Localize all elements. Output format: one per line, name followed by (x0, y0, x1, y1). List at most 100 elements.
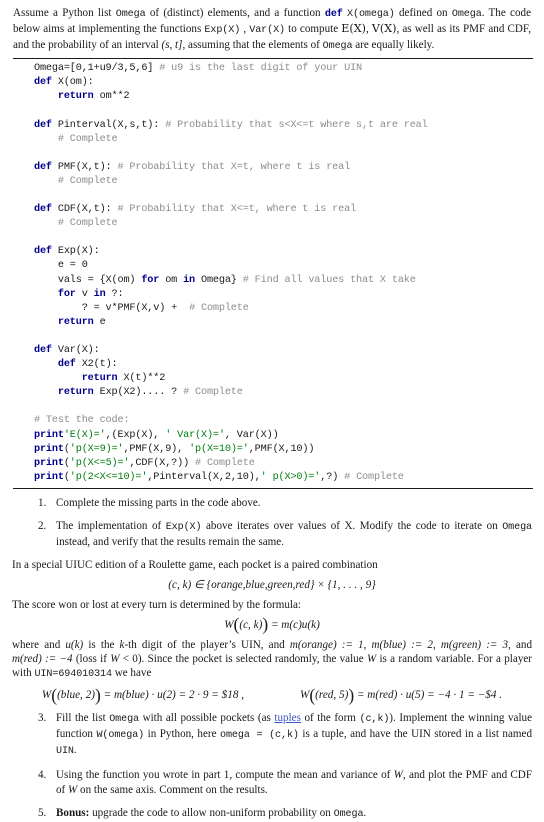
list-item-3: Fill the list Omega with all possible po… (12, 711, 532, 759)
code-token: def (34, 246, 52, 258)
exp-identifier: Exp(X) (165, 522, 202, 533)
item-2-after: instead, and verify that the results rem… (56, 536, 284, 549)
w-rhs: = m(c)u(k) (270, 619, 320, 632)
code-token: ' Var(X)=' (165, 429, 225, 441)
equation-w-examples: W((blue, 2)) = m(blue) · u(2) = 2 · 9 = … (12, 684, 532, 705)
code-token: 'E(X)=' (63, 429, 106, 441)
code-token: 'p(X<=5)=' (69, 457, 130, 469)
code-token: # Complete (189, 302, 249, 314)
list-item-1: Complete the missing parts in the code a… (12, 496, 532, 510)
w-symbol: W (366, 653, 377, 666)
item-1-text: Complete the missing parts in the code a… (56, 496, 261, 509)
var-identifier: Var(X) (249, 25, 285, 37)
code-token: # Complete (57, 175, 118, 187)
code-token: ,CDF(X,?)) (129, 457, 196, 469)
blue-rhs: = m(blue) · u(2) = 2 · 9 = $18 , (103, 689, 245, 702)
code-bottom-rule (13, 487, 533, 489)
code-token: ,PMF(X,9), (123, 443, 190, 455)
roulette-intro: In a special UIUC edition of a Roulette … (12, 559, 378, 572)
loss-note-2: < 0). Since the pocket is selected rando… (119, 653, 367, 666)
def-keyword: def (324, 9, 343, 20)
m-blue-value: m(blue) := 2 (371, 639, 433, 652)
omega-identifier: Omega (322, 41, 353, 53)
code-token: 'p(X=9)=' (69, 443, 124, 455)
code-token: return (57, 387, 94, 399)
w-symbol: W (224, 619, 234, 632)
where-p1: where and (12, 639, 66, 652)
list-item-4: Using the function you wrote in part 1, … (12, 768, 532, 796)
equation-blue-example: W((blue, 2)) = m(blue) · u(2) = 2 · 9 = … (41, 684, 245, 705)
where-p2: is the (83, 639, 120, 652)
expectation-symbol: E(X) (341, 22, 366, 36)
bonus-label: Bonus: (56, 806, 90, 819)
code-token: return (57, 91, 94, 103)
item-3-p2: with all possible pockets (as (139, 712, 275, 725)
red-rhs: = m(red) · u(5) = −4 · 1 = −$4 . (356, 689, 503, 702)
python-code: Omega=[0,1+u9/3,5,6] # u9 is the last di… (12, 62, 532, 485)
task-list-part-b: Fill the list Omega with all possible po… (12, 711, 532, 821)
w-omega-identifier: W(omega) (96, 730, 145, 742)
code-token: PMF(X,t): (51, 161, 118, 173)
where-paragraph: where and u(k) is the k-th digit of the … (12, 639, 532, 681)
uin-value: UIN=694010314 (34, 669, 113, 681)
code-token: X(om): (51, 77, 94, 89)
code-token: vals = {X(om) (34, 274, 142, 286)
equation-pocket-set: (c, k) ∈ {orange,blue,green,red} × {1, .… (12, 578, 532, 592)
loss-note-1: (loss if (72, 653, 111, 666)
code-token: 'p(2<X<=10)=' (69, 471, 148, 483)
code-token: X2(t): (75, 359, 118, 371)
w-argument: (c, k) (239, 619, 263, 632)
list-item-5: Bonus: upgrade the code to allow non-uni… (12, 806, 532, 822)
code-token: # Complete (57, 218, 118, 230)
code-token: # Test the code: (34, 415, 130, 427)
list-item-2: The implementation of Exp(X) above itera… (12, 519, 532, 549)
code-token: v (75, 288, 94, 300)
code-token: X(t)**2 (117, 373, 166, 385)
task-list-part-a: Complete the missing parts in the code a… (12, 496, 532, 549)
code-block: Omega=[0,1+u9/3,5,6] # u9 is the last di… (12, 58, 533, 489)
loss-note-4: we have (111, 667, 152, 680)
omega-identifier: Omega (115, 9, 146, 20)
code-token: ,PMF(X,10)) (248, 443, 315, 455)
code-token: ,?) (320, 471, 345, 483)
code-token: # Find all values that X take (242, 274, 416, 286)
code-token: # Probability that X=t, where t is real (117, 161, 351, 173)
item-4-p3: on the same axis. Comment on the results… (77, 783, 268, 796)
code-token: def (57, 359, 76, 371)
omega-identifier: Omega (502, 522, 532, 533)
item-4-p1: Using the function you wrote in part 1, … (56, 769, 394, 782)
equation-red-example: W((red, 5)) = m(red) · u(5) = −4 · 1 = −… (300, 684, 503, 705)
code-token: return (57, 316, 94, 328)
score-intro: The score won or lost at every turn is d… (12, 599, 301, 612)
code-token: print (34, 457, 64, 469)
item-3-p1: Fill the list (56, 712, 110, 725)
exp-identifier: Exp(X) (204, 25, 241, 37)
variance-symbol: V(X) (371, 22, 397, 36)
code-token: for (57, 288, 76, 300)
code-token: return (81, 373, 118, 385)
code-token: Var(X): (51, 345, 100, 357)
interval-notation: (s, t] (161, 39, 183, 52)
red-argument: (red, 5) (315, 689, 349, 702)
code-token: # Complete (57, 133, 118, 145)
item-3-p7: . (73, 744, 77, 757)
code-token: Exp(X2).... ? (93, 387, 184, 399)
code-token: # Probability that s<X<=t where s,t are … (165, 119, 428, 131)
tuples-link[interactable]: tuples (274, 712, 301, 724)
code-token: print (34, 471, 64, 483)
code-token: in (183, 274, 196, 286)
code-token: Omega=[0,1+u9/3,5,6] (34, 63, 160, 75)
omega-identifier: Omega (109, 714, 140, 726)
code-token: ?: (105, 288, 124, 300)
w-symbol: W (300, 689, 310, 702)
m-green-value: m(green) := 3 (440, 639, 509, 652)
uin-identifier: UIN (56, 746, 74, 758)
code-token: def (34, 77, 52, 89)
code-token: for (141, 274, 160, 286)
item-3-p3: of the form (300, 712, 360, 725)
